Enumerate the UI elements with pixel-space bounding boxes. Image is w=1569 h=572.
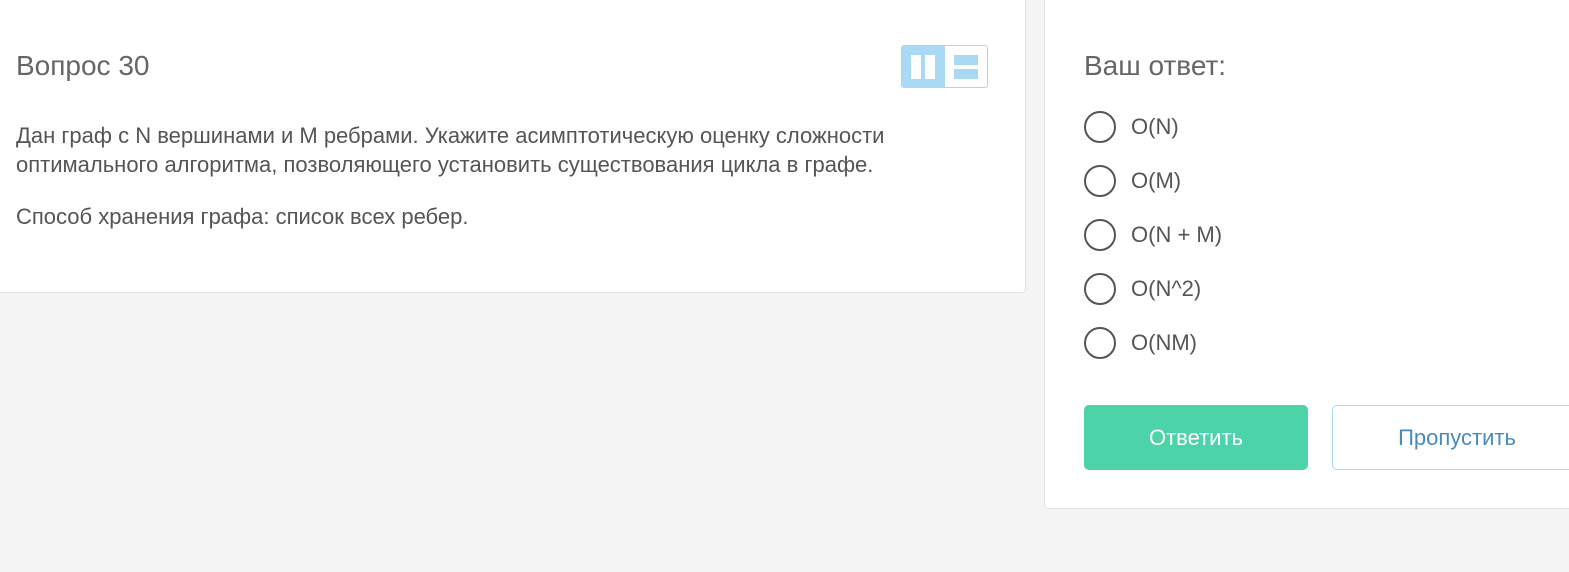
two-column-layout-button[interactable] [902, 46, 945, 87]
answer-option[interactable]: O(N^2) [1084, 271, 1222, 307]
submit-answer-button[interactable]: Ответить [1084, 405, 1308, 470]
question-card: Вопрос 30 Дан граф с N вершинами и M реб… [0, 0, 1026, 293]
answer-option[interactable]: O(N) [1084, 109, 1222, 145]
skip-button[interactable]: Пропустить [1332, 405, 1569, 470]
answer-option[interactable]: O(NM) [1084, 325, 1222, 361]
option-label: O(N + M) [1131, 222, 1223, 247]
question-paragraph: Способ хранения графа: список всех ребер… [16, 204, 469, 229]
answer-option[interactable]: O(N + M) [1084, 217, 1222, 253]
radio-button[interactable] [1084, 165, 1116, 197]
option-label: O(N^2) [1131, 276, 1202, 301]
option-label: O(NM) [1131, 330, 1197, 355]
stacked-layout-button[interactable] [945, 46, 988, 87]
radio-button[interactable] [1084, 327, 1116, 359]
option-label: O(M) [1131, 168, 1182, 193]
question-text: Дан граф с N вершинами и M ребрами. Укаж… [16, 121, 1006, 254]
radio-button[interactable] [1084, 273, 1116, 305]
question-title: Вопрос 30 [16, 50, 150, 81]
question-paragraph: Дан граф с N вершинами и M ребрами. Укаж… [16, 123, 885, 177]
radio-button[interactable] [1084, 111, 1116, 143]
two-column-layout-icon [911, 54, 936, 79]
stacked-layout-icon [953, 54, 978, 79]
radio-button[interactable] [1084, 219, 1116, 251]
answer-option[interactable]: O(M) [1084, 163, 1222, 199]
answer-title: Ваш ответ: [1084, 50, 1227, 81]
option-label: O(N) [1131, 114, 1179, 139]
answer-card: Ваш ответ: O(N) O(M) O(N + M) O(N^2) O(N… [1044, 0, 1569, 509]
answer-options: O(N) O(M) O(N + M) O(N^2) O(NM) [1084, 109, 1222, 379]
layout-toggle [901, 45, 988, 88]
